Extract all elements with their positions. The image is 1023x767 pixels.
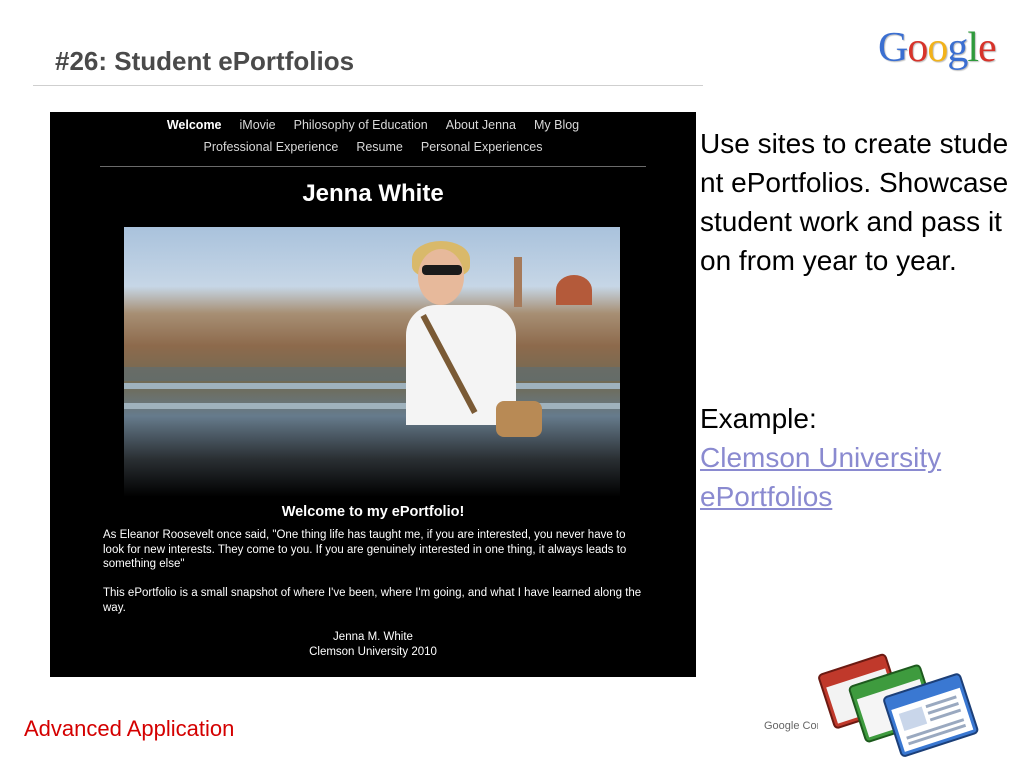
- logo-letter: l: [967, 25, 979, 71]
- footer-category: Advanced Application: [24, 716, 235, 741]
- logo-letter: g: [947, 25, 968, 71]
- site-nav-item[interactable]: Philosophy of Education: [294, 118, 428, 132]
- nav-divider: [100, 166, 646, 167]
- welcome-heading: Welcome to my ePortfolio!: [281, 504, 465, 520]
- site-nav-item[interactable]: iMovie: [240, 118, 276, 132]
- eportfolio-screenshot: Welcome iMovie Philosophy of Education Abou…: [50, 112, 696, 677]
- clemson-eportfolios-link[interactable]: Clemson University ePortfolios: [700, 438, 1020, 516]
- signature-school: Clemson University 2010: [309, 646, 437, 658]
- photo-bridge: [124, 367, 620, 381]
- site-nav-row-2: Professional Experience Resume Personal Ex…: [50, 140, 696, 154]
- photo-person-head: [418, 249, 464, 305]
- photo-bag: [496, 401, 542, 437]
- snapshot-paragraph: This ePortfolio is a small snapshot of w…: [103, 587, 642, 614]
- site-nav-item[interactable]: Personal Experiences: [421, 140, 543, 154]
- google-logo: Google: [878, 24, 997, 72]
- logo-letter: o: [927, 25, 948, 71]
- logo-letter: G: [878, 25, 908, 71]
- logo-letter: e: [978, 25, 997, 71]
- photo-dome: [556, 275, 592, 305]
- slide-title: #26: Student ePortfolios: [55, 46, 355, 76]
- site-title: Jenna White: [302, 180, 444, 207]
- portrait-photo: [124, 227, 620, 497]
- photo-railing: [124, 403, 620, 409]
- intro-paragraph: As Eleanor Roosevelt once said, "One thi…: [103, 529, 627, 570]
- site-nav-item[interactable]: About Jenna: [446, 118, 516, 132]
- site-nav-row-1: Welcome iMovie Philosophy of Education Abou…: [50, 118, 696, 132]
- site-nav-item[interactable]: Welcome: [167, 118, 222, 132]
- site-nav-item[interactable]: Professional Experience: [204, 140, 339, 154]
- title-divider: [33, 85, 703, 86]
- site-nav-item[interactable]: My Blog: [534, 118, 579, 132]
- google-sites-icon: [818, 653, 979, 757]
- signature-name: Jenna M. White: [333, 631, 413, 643]
- photo-tower: [514, 257, 522, 307]
- description-text: Use sites to create student ePortfolios.…: [700, 128, 1009, 276]
- site-nav-item[interactable]: Resume: [356, 140, 403, 154]
- photo-sunglasses: [422, 265, 462, 275]
- footer-brand: Google Confidential: [764, 720, 818, 732]
- photo-railing: [124, 383, 620, 389]
- logo-letter: o: [907, 25, 928, 71]
- example-label: Example:: [700, 403, 817, 434]
